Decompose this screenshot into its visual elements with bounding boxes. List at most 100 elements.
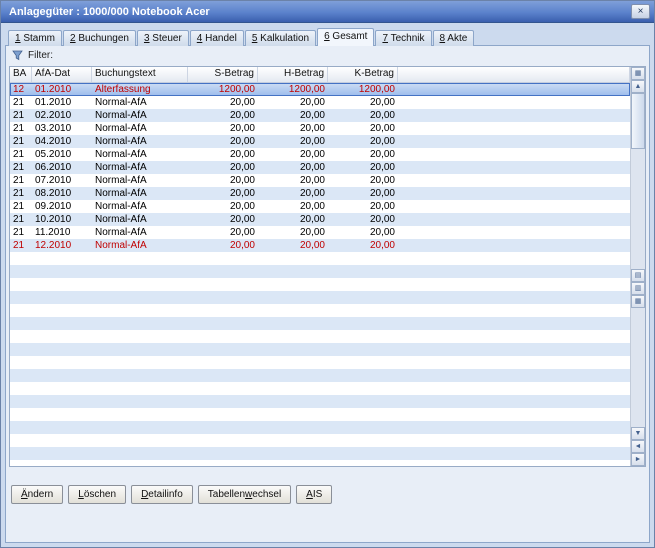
table-row[interactable]: 21 09.2010 Normal-AfA 20,00 20,00 20,00 <box>10 200 630 213</box>
cell-date: 04.2010 <box>35 136 72 147</box>
marker-button-3[interactable]: ▦ <box>631 294 645 308</box>
table: BA AfA-Dat Buchungstext S-Betrag H-Betrag K-B… <box>9 66 646 467</box>
column-header-h-betrag[interactable]: H-Betrag <box>258 67 328 82</box>
cell-s: 20,00 <box>229 175 255 186</box>
table-row[interactable]: 21 08.2010 Normal-AfA 20,00 20,00 20,00 <box>10 187 630 200</box>
table-row[interactable]: 21 11.2010 Normal-AfA 20,00 20,00 20,00 <box>10 226 630 239</box>
cell-k: 1200,00 <box>358 84 395 95</box>
cell-date: 10.2010 <box>35 214 72 225</box>
grid-icon: ▦ <box>634 70 642 77</box>
table-body: 12 01.2010 Alterfassung 1200,00 1200,00 1200,… <box>10 83 630 252</box>
cell-date: 06.2010 <box>35 162 72 173</box>
cell-date: 02.2010 <box>35 110 72 121</box>
tab-akte[interactable]: 8 Akte <box>432 30 475 46</box>
vertical-scrollbar[interactable]: ▦ ▲ ▤ ▥ ▦ ▼ ◄ ► <box>630 67 645 466</box>
cell-s: 20,00 <box>229 188 255 199</box>
aendern-button[interactable]: Ändern <box>11 485 64 504</box>
cell-k: 20,00 <box>369 240 395 251</box>
table-row[interactable]: 21 12.2010 Normal-AfA 20,00 20,00 20,00 <box>10 239 630 252</box>
column-header-buchungstext[interactable]: Buchungstext <box>92 67 188 82</box>
scroll-down-button[interactable]: ▼ <box>631 427 645 440</box>
cell-s: 1200,00 <box>218 84 255 95</box>
cell-s: 20,00 <box>229 149 255 160</box>
column-header-s-betrag[interactable]: S-Betrag <box>188 67 258 82</box>
cell-k: 20,00 <box>369 201 395 212</box>
cell-ba: 21 <box>13 214 25 225</box>
tab-kalkulation[interactable]: 5 Kalkulation <box>244 30 317 46</box>
marker-button-2[interactable]: ▥ <box>631 281 645 295</box>
tab-label: Gesamt <box>329 31 368 42</box>
tab-handel[interactable]: 4 Handel <box>189 30 244 46</box>
tab-buchungen[interactable]: 2 Buchungen <box>63 30 136 46</box>
table-row[interactable]: 21 10.2010 Normal-AfA 20,00 20,00 20,00 <box>10 213 630 226</box>
cell-k: 20,00 <box>369 123 395 134</box>
table-row[interactable]: 21 05.2010 Normal-AfA 20,00 20,00 20,00 <box>10 148 630 161</box>
cell-h: 20,00 <box>299 110 325 121</box>
cell-ba: 21 <box>13 240 25 251</box>
cell-k: 20,00 <box>369 136 395 147</box>
cell-h: 20,00 <box>299 123 325 134</box>
scrollbar-thumb[interactable] <box>631 93 645 149</box>
tab-gesamt[interactable]: 6 Gesamt <box>317 28 375 46</box>
scroll-left-button[interactable]: ◄ <box>631 440 645 453</box>
empty-rows-area <box>10 252 630 466</box>
cell-h: 20,00 <box>299 136 325 147</box>
tab-steuer[interactable]: 3 Steuer <box>136 30 189 46</box>
detailinfo-button[interactable]: Detailinfo <box>131 485 193 504</box>
cell-ba: 21 <box>13 188 25 199</box>
column-header-afa-dat[interactable]: AfA-Dat <box>32 67 92 82</box>
column-header-k-betrag[interactable]: K-Betrag <box>328 67 398 82</box>
cell-text: Normal-AfA <box>95 123 147 134</box>
tabellenwechsel-button[interactable]: Tabellenwechsel <box>197 485 292 504</box>
table-row[interactable]: 21 06.2010 Normal-AfA 20,00 20,00 20,00 <box>10 161 630 174</box>
tab-technik[interactable]: 7 Technik <box>375 30 432 46</box>
table-row[interactable]: 21 01.2010 Normal-AfA 20,00 20,00 20,00 <box>10 96 630 109</box>
cell-date: 12.2010 <box>35 240 72 251</box>
cell-h: 20,00 <box>299 162 325 173</box>
scroll-right-button[interactable]: ► <box>631 453 645 466</box>
table-row[interactable]: 21 04.2010 Normal-AfA 20,00 20,00 20,00 <box>10 135 630 148</box>
scrollbar-track[interactable] <box>631 149 645 269</box>
table-row[interactable]: 21 03.2010 Normal-AfA 20,00 20,00 20,00 <box>10 122 630 135</box>
scroll-up-button[interactable]: ▲ <box>631 80 645 93</box>
cell-date: 07.2010 <box>35 175 72 186</box>
scrollbar-track-lower[interactable] <box>631 308 645 428</box>
grid-marker-icon: ▦ <box>634 297 642 305</box>
close-button[interactable]: × <box>631 4 650 19</box>
cell-date: 01.2010 <box>35 84 72 95</box>
cell-text: Normal-AfA <box>95 240 147 251</box>
window-title: Anlagegüter : 1000/000 Notebook Acer <box>9 5 210 18</box>
cell-x <box>398 174 630 187</box>
tab-stamm[interactable]: 1 Stamm <box>8 30 63 46</box>
filter-icon[interactable] <box>12 50 23 61</box>
window-body: 1 Stamm 2 Buchungen 3 Steuer 4 Handel 5 Kalk… <box>5 27 650 543</box>
cell-ba: 21 <box>13 201 25 212</box>
cell-text: Alterfassung <box>95 84 151 95</box>
marker-button-1[interactable]: ▤ <box>631 268 645 282</box>
cell-h: 20,00 <box>299 97 325 108</box>
column-options-button[interactable]: ▦ <box>631 67 645 80</box>
cell-h: 20,00 <box>299 227 325 238</box>
cell-text: Normal-AfA <box>95 136 147 147</box>
column-header-ba[interactable]: BA <box>10 67 32 82</box>
close-icon: × <box>637 5 644 17</box>
cell-k: 20,00 <box>369 97 395 108</box>
cell-ba: 21 <box>13 97 25 108</box>
titlebar[interactable]: Anlagegüter : 1000/000 Notebook Acer × <box>1 1 654 23</box>
table-row[interactable]: 12 01.2010 Alterfassung 1200,00 1200,00 1200,… <box>10 83 630 96</box>
arrow-up-icon: ▲ <box>634 83 642 90</box>
cell-ba: 21 <box>13 110 25 121</box>
table-row[interactable]: 21 07.2010 Normal-AfA 20,00 20,00 20,00 <box>10 174 630 187</box>
cell-s: 20,00 <box>229 162 255 173</box>
cell-k: 20,00 <box>369 149 395 160</box>
loeschen-button[interactable]: Löschen <box>68 485 127 504</box>
column-header-filler[interactable] <box>398 67 630 82</box>
cell-text: Normal-AfA <box>95 227 147 238</box>
table-row[interactable]: 21 02.2010 Normal-AfA 20,00 20,00 20,00 <box>10 109 630 122</box>
ais-button[interactable]: AIS <box>296 485 333 504</box>
cell-text: Normal-AfA <box>95 201 147 212</box>
arrow-down-icon: ▼ <box>634 430 642 437</box>
cell-s: 20,00 <box>229 240 255 251</box>
cell-text: Normal-AfA <box>95 214 147 225</box>
cell-s: 20,00 <box>229 97 255 108</box>
